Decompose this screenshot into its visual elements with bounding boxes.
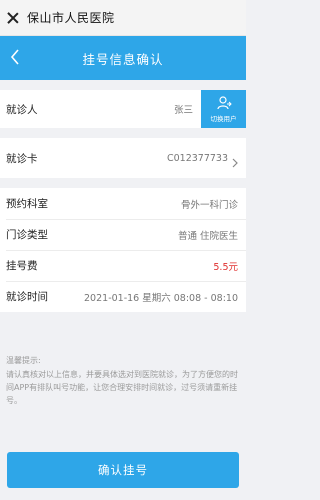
type-value: 普通 住院医生	[177, 230, 238, 242]
fee-value: 5.5元	[213, 261, 238, 273]
page-title: 挂号信息确认	[82, 51, 164, 67]
wechat-title-bar: 保山市人民医院	[0, 0, 246, 36]
fee-label: 挂号费	[6, 260, 38, 272]
tips-text: 请认真核对以上信息，并要具体选对到医院就诊，为了方便您的时间APP有排队叫号功能…	[6, 370, 238, 405]
card-row[interactable]: 就诊卡 C012377733	[0, 138, 246, 178]
close-icon[interactable]	[7, 12, 19, 24]
time-label: 就诊时间	[6, 291, 48, 303]
patient-label: 就诊人	[6, 103, 38, 116]
tips-title: 温馨提示:	[6, 356, 41, 365]
card-number: C012377733	[166, 152, 228, 164]
confirm-button[interactable]: 确认挂号	[7, 452, 239, 488]
dept-value: 骨外一科门诊	[180, 199, 238, 211]
tips: 温馨提示: 请认真核对以上信息，并要具体选对到医院就诊，为了方便您的时间APP有…	[6, 354, 242, 407]
dept-label: 预约科室	[6, 198, 48, 210]
fee-row: 挂号费 5.5元	[0, 250, 246, 281]
switch-user-button[interactable]: 切换用户	[201, 90, 246, 128]
time-row: 就诊时间 2021-01-16 星期六 08:08 - 08:10	[0, 281, 246, 312]
type-label: 门诊类型	[6, 229, 48, 241]
dept-row: 预约科室 骨外一科门诊	[0, 188, 246, 219]
registration-details: 预约科室 骨外一科门诊 门诊类型 普通 住院医生 挂号费 5.5元 就诊时间 2…	[0, 188, 246, 312]
type-row: 门诊类型 普通 住院医生	[0, 219, 246, 250]
switch-user-label: 切换用户	[210, 115, 237, 123]
nav-bar: 挂号信息确认	[0, 36, 246, 80]
chevron-right-icon	[232, 153, 238, 168]
switch-user-icon	[216, 96, 232, 110]
time-value: 2021-01-16 星期六 08:08 - 08:10	[84, 292, 238, 304]
back-chevron-icon[interactable]	[10, 49, 20, 65]
wechat-page-title: 保山市人民医院	[27, 11, 115, 25]
patient-name: 张三	[173, 105, 193, 116]
card-label: 就诊卡	[6, 152, 38, 165]
patient-row: 就诊人 张三 切换用户	[0, 90, 246, 128]
